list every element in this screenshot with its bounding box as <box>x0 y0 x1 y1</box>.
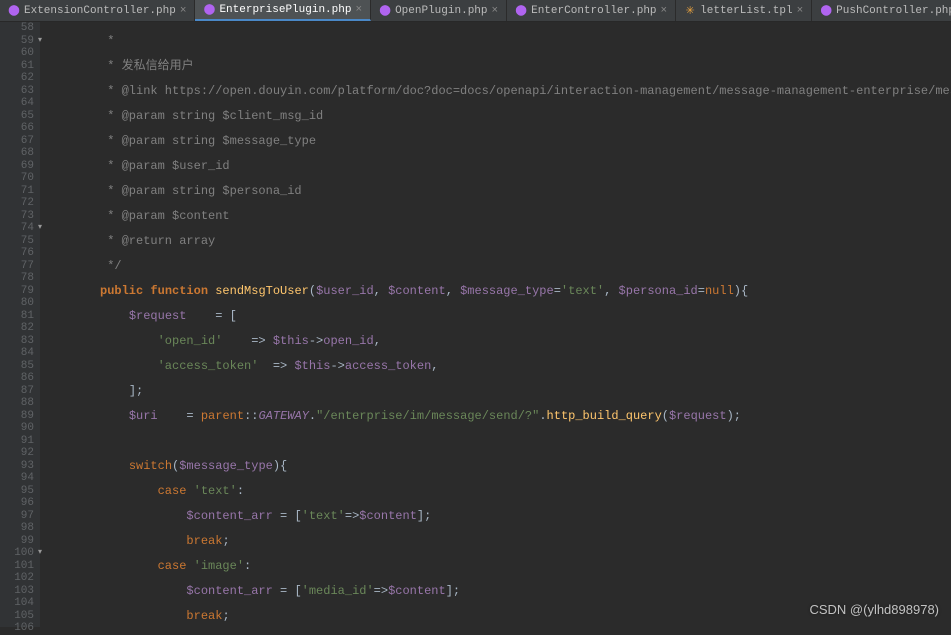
gutter: 5859▾606162636465666768697071727374▾7576… <box>0 22 40 627</box>
editor-tabs: ⬤ ExtensionController.php × ⬤ Enterprise… <box>0 0 951 22</box>
php-icon: ⬤ <box>515 5 527 17</box>
line-number: 73 <box>0 210 34 223</box>
line-number: 68 <box>0 147 34 160</box>
line-number: 69 <box>0 160 34 173</box>
line-number: 77 <box>0 260 34 273</box>
line-number: 87 <box>0 385 34 398</box>
line-number: 89 <box>0 410 34 423</box>
line-number: 82 <box>0 322 34 335</box>
line-number: 106 <box>0 622 34 635</box>
line-number: 75 <box>0 235 34 248</box>
line-number: 93 <box>0 460 34 473</box>
code-editor[interactable]: 5859▾606162636465666768697071727374▾7576… <box>0 22 951 627</box>
close-icon[interactable]: × <box>797 5 804 17</box>
tpl-icon: ✳ <box>684 5 696 17</box>
line-number: 66 <box>0 122 34 135</box>
php-icon: ⬤ <box>379 5 391 17</box>
close-icon[interactable]: × <box>355 4 362 16</box>
watermark: CSDN @(ylhd898978) <box>809 602 939 617</box>
line-number: 95 <box>0 485 34 498</box>
line-number: 98 <box>0 522 34 535</box>
line-number: 83 <box>0 335 34 348</box>
line-number: 92 <box>0 447 34 460</box>
line-number: 80 <box>0 297 34 310</box>
php-icon: ⬤ <box>203 4 215 16</box>
line-number: 104 <box>0 597 34 610</box>
line-number: 62 <box>0 72 34 85</box>
line-number: 59▾ <box>0 35 34 48</box>
line-number: 71 <box>0 185 34 198</box>
line-number: 67 <box>0 135 34 148</box>
close-icon[interactable]: × <box>492 5 499 17</box>
line-number: 88 <box>0 397 34 410</box>
line-number: 101 <box>0 560 34 573</box>
tab-enterprise-plugin[interactable]: ⬤ EnterprisePlugin.php × <box>195 0 371 21</box>
tab-open-plugin[interactable]: ⬤ OpenPlugin.php × <box>371 0 507 21</box>
close-icon[interactable]: × <box>180 5 187 17</box>
line-number: 65 <box>0 110 34 123</box>
line-number: 100▾ <box>0 547 34 560</box>
line-number: 85 <box>0 360 34 373</box>
line-number: 58 <box>0 22 34 35</box>
tab-letter-list[interactable]: ✳ letterList.tpl × <box>676 0 812 21</box>
line-number: 63 <box>0 85 34 98</box>
line-number: 99 <box>0 535 34 548</box>
line-number: 97 <box>0 510 34 523</box>
line-number: 84 <box>0 347 34 360</box>
line-number: 76 <box>0 247 34 260</box>
line-number: 81 <box>0 310 34 323</box>
tab-push-controller[interactable]: ⬤ PushController.php × <box>812 0 951 21</box>
line-number: 74▾ <box>0 222 34 235</box>
line-number: 102 <box>0 572 34 585</box>
line-number: 91 <box>0 435 34 448</box>
tab-enter-controller[interactable]: ⬤ EnterController.php × <box>507 0 676 21</box>
php-icon: ⬤ <box>820 5 832 17</box>
line-number: 72 <box>0 197 34 210</box>
php-icon: ⬤ <box>8 5 20 17</box>
line-number: 105 <box>0 610 34 623</box>
line-number: 70 <box>0 172 34 185</box>
line-number: 96 <box>0 497 34 510</box>
line-number: 61 <box>0 60 34 73</box>
line-number: 90 <box>0 422 34 435</box>
line-number: 64 <box>0 97 34 110</box>
line-number: 79 <box>0 285 34 298</box>
line-number: 86 <box>0 372 34 385</box>
tab-extension-controller[interactable]: ⬤ ExtensionController.php × <box>0 0 195 21</box>
line-number: 78 <box>0 272 34 285</box>
line-number: 103 <box>0 585 34 598</box>
close-icon[interactable]: × <box>661 5 668 17</box>
code-area[interactable]: * * 发私信给用户 * @link https://open.douyin.c… <box>40 22 951 627</box>
line-number: 94 <box>0 472 34 485</box>
line-number: 60 <box>0 47 34 60</box>
